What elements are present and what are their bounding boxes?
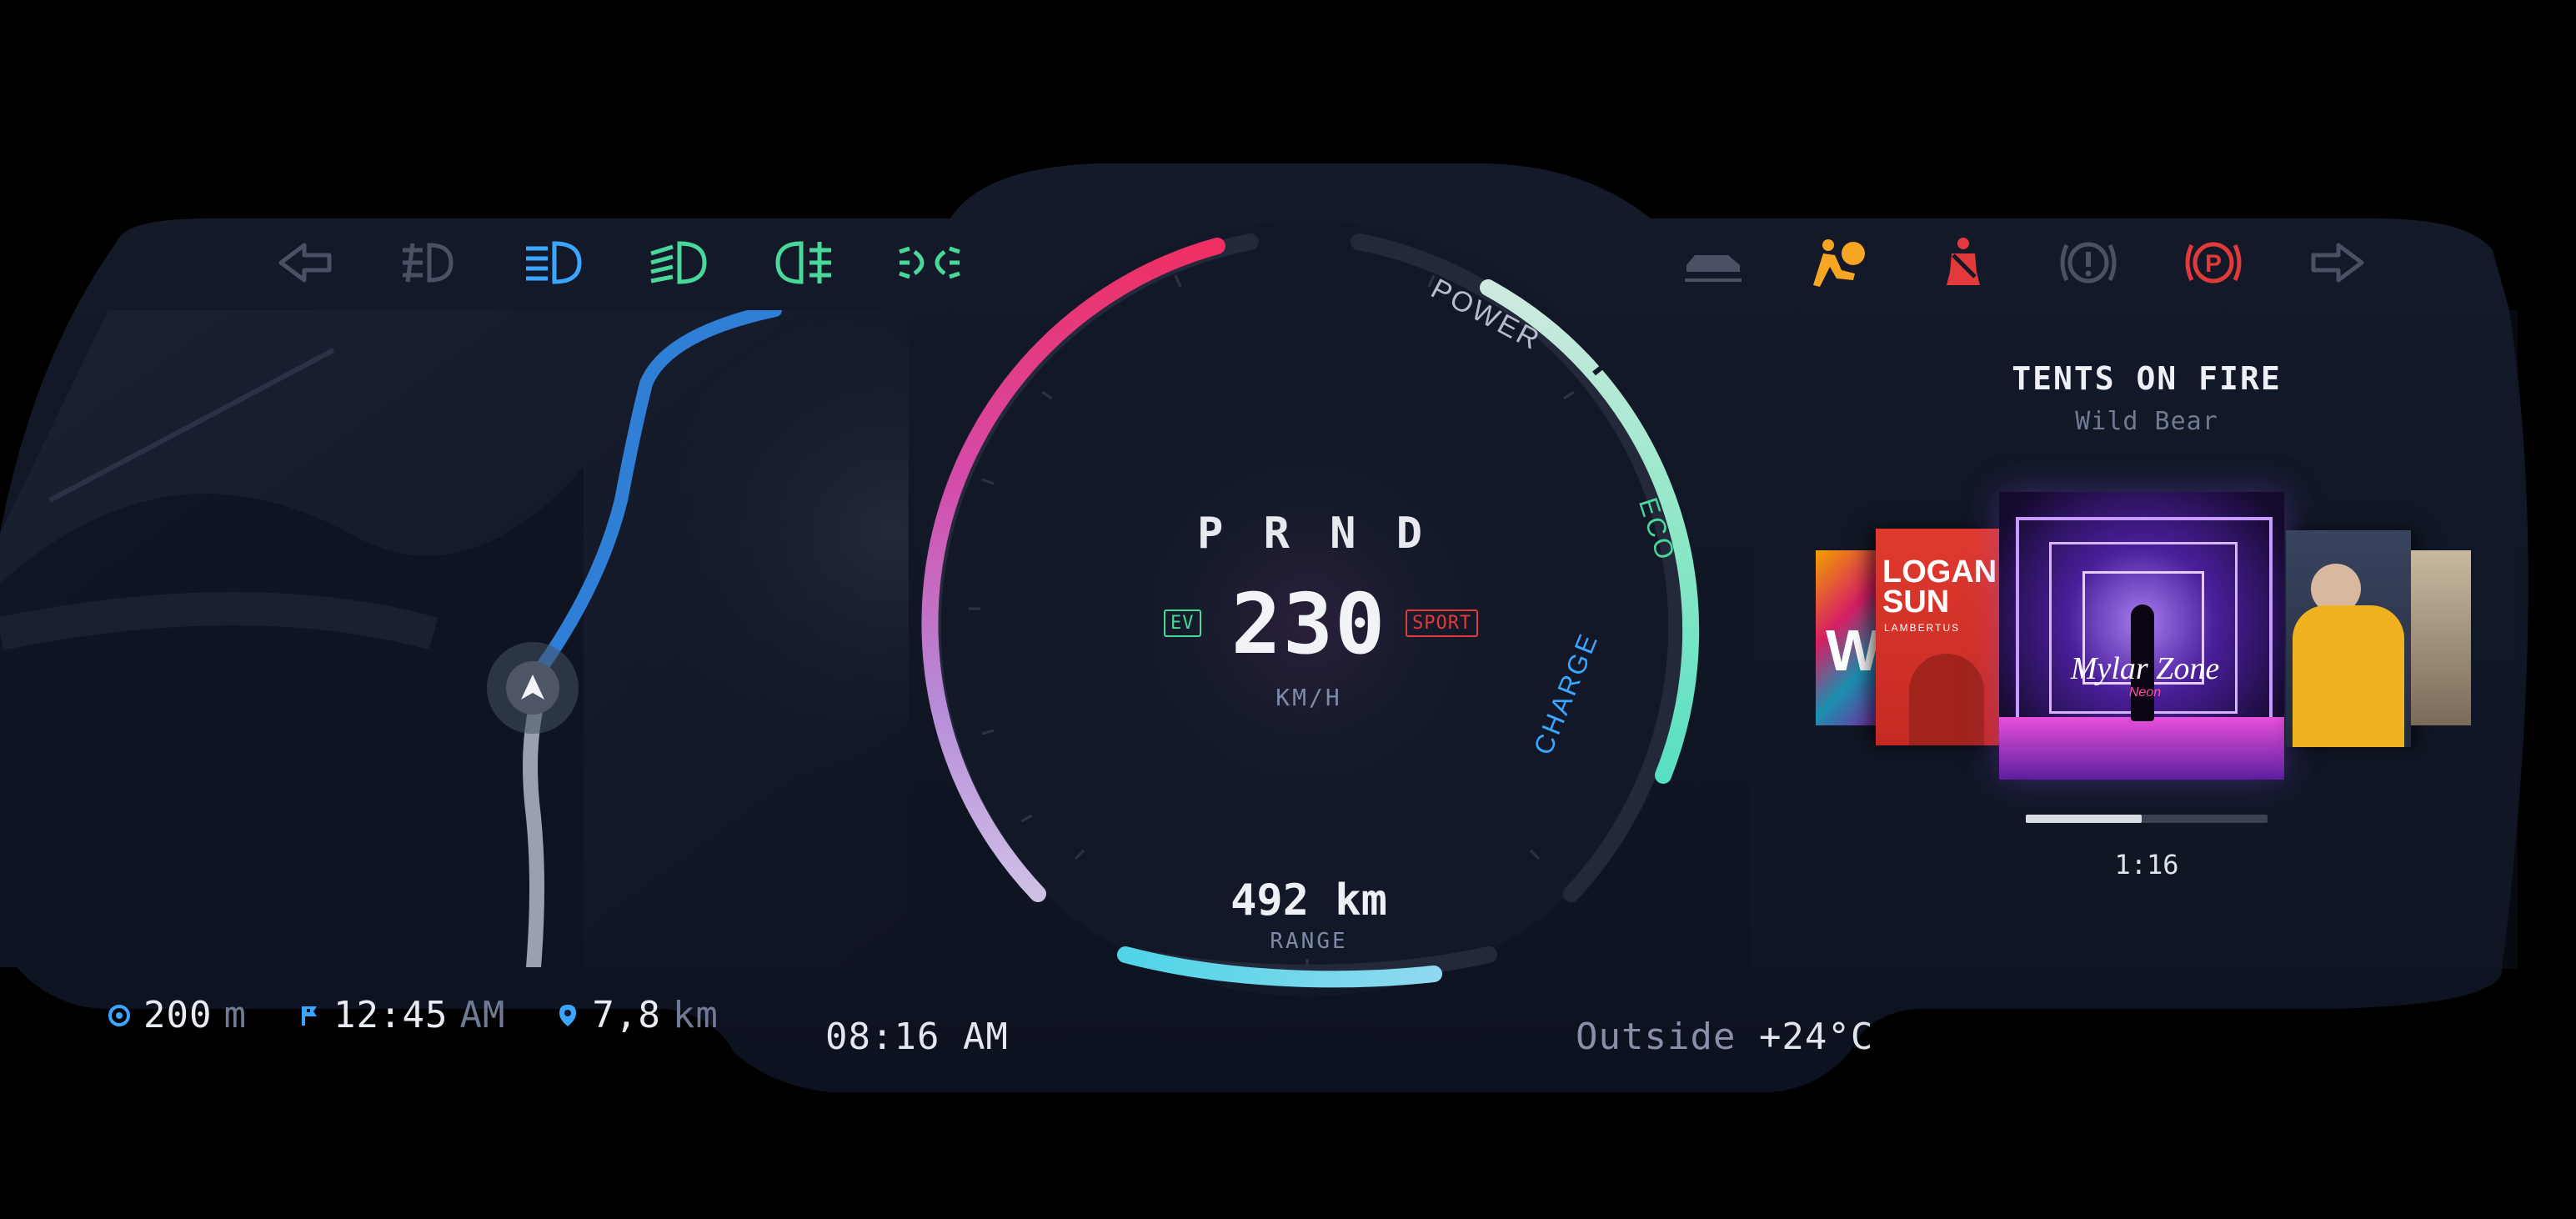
nav-distance: 200 m — [107, 994, 247, 1036]
left-indicator-row — [267, 225, 967, 300]
nav-info-bar: 200 m 12:45 AM 7,8 km — [107, 994, 719, 1036]
range-value: 492 km — [1230, 875, 1387, 926]
track-title: TENTS ON FIRE — [2012, 360, 2282, 397]
eta-unit: AM — [459, 994, 506, 1036]
album-left-subtitle: LAMBERTUS — [1884, 622, 1961, 634]
brake-warning-icon — [2051, 225, 2126, 300]
fog-light-rear-icon — [392, 225, 467, 300]
sport-badge: SPORT — [1406, 610, 1479, 637]
album-cover-far-right[interactable] — [2411, 550, 2471, 725]
power-label: POWER — [1426, 273, 1546, 357]
car-lowered-icon — [1676, 225, 1751, 300]
temperature-value: +24°C — [1758, 1016, 1874, 1058]
speed-unit: KM/H — [1275, 684, 1342, 711]
nav-remaining: 7,8 km — [555, 994, 718, 1036]
parking-light-icon — [892, 225, 967, 300]
gear-selector: P R N D — [1197, 509, 1422, 559]
gear-r: R — [1263, 509, 1290, 559]
location-pin-icon — [559, 1004, 577, 1026]
range-label: RANGE — [1270, 929, 1348, 954]
album-center-subtitle: Neon — [2128, 685, 2162, 700]
distance-value: 200 — [143, 994, 213, 1036]
outside-label: Outside — [1576, 1016, 1737, 1058]
clock: 08:16 AM — [825, 1016, 1009, 1058]
album-cover-left[interactable]: LOGAN SUN LAMBERTUS — [1876, 529, 2001, 745]
target-icon — [108, 1004, 130, 1026]
playback-progress-bar[interactable] — [2026, 815, 2268, 823]
eco-label: ECO — [1633, 494, 1681, 565]
parking-brake-icon: P — [2176, 225, 2251, 300]
turn-right-arrow-icon — [2301, 225, 2376, 300]
album-cover-right[interactable] — [2286, 530, 2411, 747]
remaining-value: 7,8 — [592, 994, 661, 1036]
playback-time: 1:16 — [2114, 849, 2179, 880]
playback-progress-fill — [2026, 815, 2142, 823]
charge-label: CHARGE — [1527, 628, 1603, 759]
navigation-arrow-icon — [506, 661, 559, 715]
high-beam-icon — [642, 225, 717, 300]
right-indicator-row: P — [1676, 225, 2376, 300]
gear-d: D — [1396, 509, 1422, 559]
front-fog-light-icon — [767, 225, 842, 300]
ev-badge: EV — [1164, 610, 1201, 637]
remaining-unit: km — [672, 994, 719, 1036]
track-artist: Wild Bear — [2075, 407, 2218, 436]
distance-unit: m — [223, 994, 247, 1036]
gear-n: N — [1330, 509, 1356, 559]
album-left-title: LOGAN SUN — [1882, 554, 1997, 620]
turn-left-arrow-icon — [267, 225, 342, 300]
album-cover-center[interactable]: Mylar Zone Neon — [1999, 492, 2284, 780]
seatbelt-icon — [1926, 225, 2001, 300]
vehicle-position-marker — [487, 642, 579, 734]
flag-icon — [301, 1006, 317, 1026]
low-beam-icon — [517, 225, 592, 300]
eta-value: 12:45 — [333, 994, 449, 1036]
album-center-title: Mylar Zone — [2070, 651, 2220, 686]
airbag-icon — [1801, 225, 1876, 300]
nav-eta: 12:45 AM — [297, 994, 505, 1036]
outside-temperature: Outside +24°C — [1576, 1016, 1873, 1058]
svg-text:P: P — [2205, 250, 2222, 278]
speed-value: 230 — [1230, 575, 1387, 673]
album-cover-far-left[interactable]: W — [1816, 550, 1879, 725]
gear-p: P — [1197, 509, 1224, 559]
